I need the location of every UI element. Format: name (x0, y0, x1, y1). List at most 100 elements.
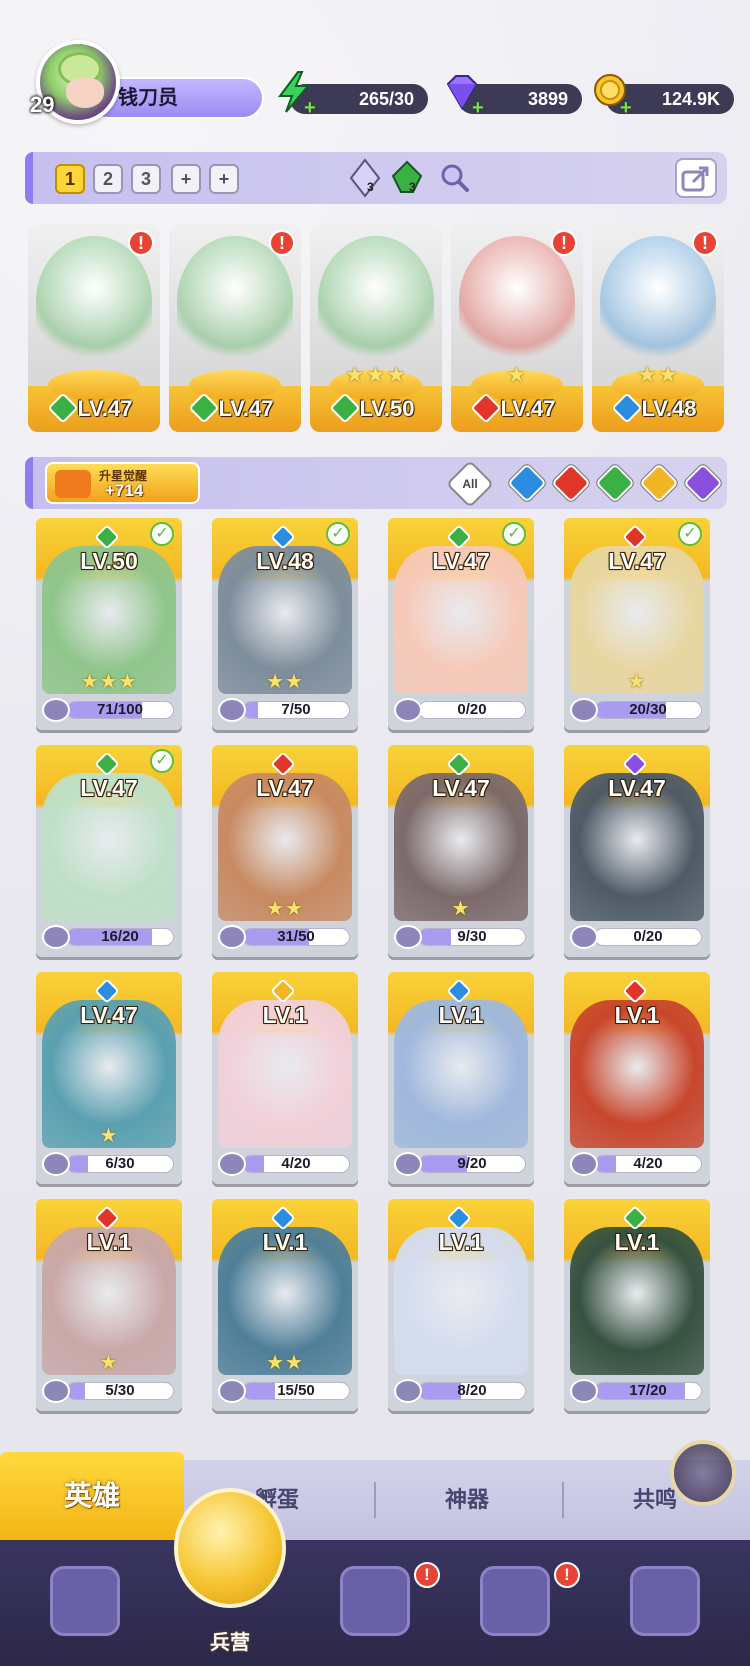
player-avatar[interactable]: 29 (30, 40, 120, 130)
shard-progress-bar: 71/100 (66, 701, 174, 719)
filter-water-button[interactable] (507, 463, 547, 503)
filter-wind-button[interactable] (595, 463, 635, 503)
hero-card[interactable]: ✓ LV.47 ★ 20/30 (564, 518, 710, 730)
nav-mushroom[interactable] (610, 1560, 720, 1656)
lineup-hero-card[interactable]: LV.47 ! (169, 224, 301, 432)
hero-level: LV.47 (432, 775, 490, 801)
shard-count: 15/50 (277, 1382, 315, 1399)
green-gem-item[interactable]: 3 (387, 158, 427, 198)
filter-light-button[interactable] (639, 463, 679, 503)
tab-artifact[interactable]: 神器 (376, 1460, 558, 1540)
shard-count: 20/30 (629, 701, 667, 718)
lineup-hero-card[interactable]: ★★★ LV.50 (310, 224, 442, 432)
hero-level: LV.1 (614, 1229, 660, 1255)
alert-badge: ! (269, 230, 295, 256)
filter-all-label: All (462, 477, 478, 491)
hero-portrait (600, 236, 716, 366)
player-level: 29 (30, 92, 55, 117)
shard-icon (394, 1379, 422, 1403)
shard-progress: 9/30 (394, 925, 528, 949)
search-button[interactable] (435, 158, 475, 198)
map-icon (340, 1566, 410, 1636)
shard-progress: 0/20 (394, 698, 528, 722)
team-slot-3[interactable]: 3 (131, 164, 161, 194)
team-slot-add[interactable]: + (171, 164, 201, 194)
hero-level: LV.47 (256, 775, 314, 801)
shard-progress: 6/30 (42, 1152, 176, 1176)
check-icon: ✓ (326, 522, 350, 546)
hero-card[interactable]: LV.1 9/20 (388, 972, 534, 1184)
hero-card[interactable]: LV.47 ★★ 31/50 (212, 745, 358, 957)
nav-map[interactable]: ! (320, 1560, 440, 1656)
floating-menu-button[interactable] (670, 1440, 736, 1506)
hero-card[interactable]: LV.47 0/20 (564, 745, 710, 957)
hero-card[interactable]: LV.1 17/20 (564, 1199, 710, 1411)
hero-card[interactable]: LV.1 ★ 5/30 (36, 1199, 182, 1411)
plus-icon: + (304, 97, 316, 119)
hero-card[interactable]: LV.47 ★ 9/30 (388, 745, 534, 957)
hero-portrait (459, 236, 575, 366)
hero-level: LV.47 (218, 396, 274, 421)
shard-icon (218, 1379, 246, 1403)
hero-card[interactable]: LV.47 ★ 6/30 (36, 972, 182, 1184)
shard-progress: 5/30 (42, 1379, 176, 1403)
hero-level: LV.47 (500, 396, 556, 421)
gem-counter[interactable]: + 3899 (446, 75, 582, 118)
nav-castle[interactable]: ! (460, 1560, 580, 1656)
shard-count: 9/20 (457, 1155, 487, 1172)
shard-progress: 20/30 (570, 698, 704, 722)
alert-badge: ! (414, 1562, 440, 1588)
check-icon: ✓ (150, 522, 174, 546)
lineup-hero-card[interactable]: ★ LV.47 ! (451, 224, 583, 432)
hero-card[interactable]: ✓ LV.47 16/20 (36, 745, 182, 957)
filter-all-button[interactable]: All (445, 459, 495, 509)
hero-card[interactable]: LV.1 4/20 (564, 972, 710, 1184)
energy-counter[interactable]: + 265/30 (278, 71, 428, 118)
hero-level: LV.47 (608, 548, 666, 574)
shard-count: 31/50 (277, 928, 315, 945)
shard-count: 16/20 (101, 928, 139, 945)
shard-progress-bar: 15/50 (242, 1382, 350, 1400)
shard-icon (42, 925, 70, 949)
crystal-item[interactable]: 3 (345, 158, 385, 198)
helmet-icon (174, 1488, 286, 1608)
team-slot-1[interactable]: 1 (55, 164, 85, 194)
alert-badge: ! (554, 1562, 580, 1588)
hero-card[interactable]: ✓ LV.48 ★★ 7/50 (212, 518, 358, 730)
hero-level: LV.47 (77, 396, 133, 421)
shard-icon (42, 698, 70, 722)
hero-level: LV.1 (438, 1002, 484, 1028)
shard-count: 0/20 (457, 701, 487, 718)
hero-stars: ★ (506, 362, 528, 387)
hero-card[interactable]: ✓ LV.50 ★★★ 71/100 (36, 518, 182, 730)
shard-icon (218, 1152, 246, 1176)
tab-heroes[interactable]: 英雄 (0, 1452, 184, 1540)
lineup-hero-card[interactable]: ★★ LV.48 ! (592, 224, 724, 432)
hero-card[interactable]: ✓ LV.47 0/20 (388, 518, 534, 730)
share-button[interactable] (675, 158, 717, 198)
awaken-button[interactable]: 升星觉醒 +714 (45, 462, 200, 504)
lineup-hero-card[interactable]: LV.47 ! (28, 224, 160, 432)
hero-card[interactable]: LV.1 8/20 (388, 1199, 534, 1411)
filter-dark-button[interactable] (683, 463, 723, 503)
nav-cards[interactable] (30, 1560, 140, 1656)
sword-icon (55, 470, 91, 498)
shard-count: 4/20 (633, 1155, 663, 1172)
castle-icon (480, 1566, 550, 1636)
hero-level: LV.47 (432, 548, 490, 574)
hero-stars: ★★★ (344, 362, 408, 387)
shard-count: 6/30 (105, 1155, 135, 1172)
energy-value: 265/30 (358, 89, 414, 109)
hero-card[interactable]: LV.1 4/20 (212, 972, 358, 1184)
team-slot-add[interactable]: + (209, 164, 239, 194)
green-gem-icon (391, 160, 423, 193)
hero-stars: ★★★ (80, 671, 138, 693)
nav-barracks[interactable]: 兵营 (174, 1488, 286, 1666)
hero-card[interactable]: LV.1 ★★ 15/50 (212, 1199, 358, 1411)
gold-counter[interactable]: + 124.9K (594, 74, 734, 118)
shard-progress: 0/20 (570, 925, 704, 949)
shard-icon (570, 1379, 598, 1403)
team-slot-2[interactable]: 2 (93, 164, 123, 194)
filter-fire-button[interactable] (551, 463, 591, 503)
shard-progress-bar: 0/20 (594, 928, 702, 946)
